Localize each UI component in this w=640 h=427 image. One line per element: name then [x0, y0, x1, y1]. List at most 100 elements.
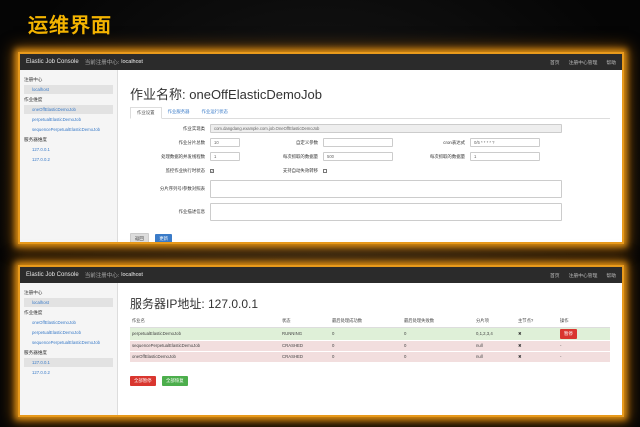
- form-row-3: 监控作业执行时状态 ✓ 支持自动失效转移: [130, 165, 610, 176]
- table-row: sequencePerpetualElasticDemoJob CRASHED …: [130, 340, 610, 352]
- concurrent-label: 处理数据的并发线程数: [161, 153, 205, 159]
- row-fail: 0: [402, 340, 474, 352]
- monitor-label: 监控作业执行时状态: [165, 167, 205, 173]
- col-action: 操作: [558, 316, 610, 328]
- nav-home-link[interactable]: 首页: [550, 59, 560, 66]
- impl-class-label: 作业实现类: [183, 125, 205, 131]
- console-brand[interactable]: Elastic Job Console: [26, 272, 79, 278]
- nav-registry-link[interactable]: 注册中心管理: [569, 59, 598, 66]
- sidebar-item-localhost[interactable]: localhost: [24, 298, 113, 307]
- row-leader-icon: ✖: [516, 327, 558, 341]
- description-label: 作业描述信息: [178, 209, 205, 214]
- resume-all-button[interactable]: 全部恢复: [162, 375, 188, 386]
- table-header-row: 作业名 状态 最后处理成功数 最后处理失败数 分片项 主节点? 操作: [130, 316, 610, 328]
- slide: 运维界面 Elastic Job Console 当前注册中心: localho…: [0, 0, 640, 427]
- col-sharding: 分片项: [474, 316, 516, 328]
- pause-button[interactable]: 暂停: [560, 328, 577, 339]
- page-title-prefix: 作业名称:: [130, 87, 186, 102]
- back-button[interactable]: 返回: [130, 233, 149, 242]
- custom-param-input[interactable]: [323, 138, 393, 147]
- table-actions: 全部暂停 全部恢复: [130, 369, 610, 387]
- sidebar-item-server[interactable]: 127.0.0.1: [24, 358, 113, 367]
- sidebar-item-job[interactable]: perpetualElasticDemoJob: [24, 115, 113, 124]
- sidebar-item-localhost[interactable]: localhost: [24, 85, 113, 94]
- sidebar-item-server[interactable]: 127.0.0.1: [24, 145, 113, 154]
- sidebar-jobs-heading: 作业维度: [24, 97, 43, 102]
- per-fetch-input[interactable]: 500: [323, 152, 393, 161]
- tab-settings[interactable]: 作业设置: [130, 107, 162, 119]
- sidebar-item-job[interactable]: sequencePerpetualElasticDemoJob: [24, 338, 113, 347]
- row-action: 暂停: [558, 327, 610, 341]
- job-settings-screenshot: Elastic Job Console 当前注册中心: localhost 首页…: [18, 52, 624, 244]
- failover-label: 支持自动失效转移: [282, 167, 318, 173]
- row-fail: 0: [402, 351, 474, 363]
- sidebar-item-job[interactable]: oneOffElasticDemoJob: [24, 318, 113, 327]
- sidebar-jobs-heading: 作业维度: [24, 310, 43, 315]
- fetch-size-input[interactable]: 1: [470, 152, 540, 161]
- form-row-2: 处理数据的并发线程数 1 每次抓取的数据量 500 每次抓取的数据量 1: [130, 151, 610, 162]
- registry-label: 当前注册中心:: [84, 60, 120, 66]
- per-fetch-label: 每次抓取的数据量: [282, 153, 318, 159]
- col-leader: 主节点?: [516, 316, 558, 328]
- row-sharding: 0,1,2,3,4: [474, 327, 516, 341]
- sharding-total-label: 作业分片总数: [178, 139, 205, 145]
- concurrent-input[interactable]: 1: [210, 152, 240, 161]
- sidebar-item-job[interactable]: oneOffElasticDemoJob: [24, 105, 113, 114]
- row-success: 0: [330, 340, 402, 352]
- form-row-sharding-params: 分片序列号/参数对照表: [130, 179, 610, 199]
- sharding-params-textarea[interactable]: [210, 180, 562, 198]
- pause-all-button[interactable]: 全部暂停: [130, 375, 156, 386]
- table-row: oneOffElasticDemoJob CRASHED 0 0 null ✖ …: [130, 351, 610, 363]
- row-action: -: [558, 351, 610, 363]
- row-status: RUNNING: [280, 327, 330, 341]
- failover-checkbox[interactable]: [323, 168, 327, 173]
- impl-class-field: com.dangdang.example.com.job.OneOffElast…: [210, 124, 562, 133]
- nav-home-link[interactable]: 首页: [550, 272, 560, 279]
- row-action: -: [558, 340, 610, 352]
- nav-help-link[interactable]: 帮助: [606, 272, 616, 279]
- table-row: perpetualElasticDemoJob RUNNING 0 0 0,1,…: [130, 327, 610, 341]
- nav-help-link[interactable]: 帮助: [606, 59, 616, 66]
- form-row-description: 作业描述信息: [130, 202, 610, 222]
- col-job: 作业名: [130, 316, 280, 328]
- row-job: sequencePerpetualElasticDemoJob: [130, 340, 280, 352]
- cron-input[interactable]: 0/5 * * * * ?: [470, 138, 540, 147]
- row-job: perpetualElasticDemoJob: [130, 327, 280, 341]
- row-fail: 0: [402, 327, 474, 341]
- top-navbar: Elastic Job Console 当前注册中心: localhost 首页…: [20, 54, 622, 70]
- tab-status[interactable]: 作业运行状态: [196, 107, 234, 118]
- sidebar-registry-heading: 注册中心: [24, 77, 43, 82]
- sidebar-item-server[interactable]: 127.0.0.2: [24, 155, 113, 164]
- row-leader-icon: ✖: [516, 351, 558, 363]
- sidebar-item-job[interactable]: sequencePerpetualElasticDemoJob: [24, 125, 113, 134]
- sidebar-servers-heading: 服务器维度: [24, 350, 47, 355]
- row-success: 0: [330, 351, 402, 363]
- sidebar: 注册中心 localhost 作业维度 oneOffElasticDemoJob…: [20, 70, 118, 242]
- job-main-panel: 作业名称: oneOffElasticDemoJob 作业设置 作业服务器 作业…: [118, 70, 622, 242]
- server-main-panel: 服务器IP地址: 127.0.0.1 作业名 状态 最后处理成功数 最后处理失败…: [118, 283, 622, 415]
- nav-links: 首页 注册中心管理 帮助: [550, 59, 616, 66]
- tab-servers[interactable]: 作业服务器: [162, 107, 196, 118]
- server-jobs-table: 作业名 状态 最后处理成功数 最后处理失败数 分片项 主节点? 操作 perpe…: [130, 316, 610, 363]
- page-title: 作业名称: oneOffElasticDemoJob: [130, 84, 610, 103]
- row-success: 0: [330, 327, 402, 341]
- col-success: 最后处理成功数: [330, 316, 402, 328]
- console-brand[interactable]: Elastic Job Console: [26, 59, 79, 65]
- fetch-size-label: 每次抓取的数据量: [429, 153, 465, 159]
- sharding-total-input[interactable]: 10: [210, 138, 240, 147]
- top-navbar: Elastic Job Console 当前注册中心: localhost 首页…: [20, 267, 622, 283]
- page-title-job: oneOffElasticDemoJob: [189, 87, 322, 102]
- nav-registry-link[interactable]: 注册中心管理: [569, 272, 598, 279]
- custom-param-label: 自定义参数: [296, 139, 318, 145]
- sidebar-item-job[interactable]: perpetualElasticDemoJob: [24, 328, 113, 337]
- col-fail: 最后处理失败数: [402, 316, 474, 328]
- server-screenshot: Elastic Job Console 当前注册中心: localhost 首页…: [18, 265, 624, 417]
- sharding-params-label: 分片序列号/参数对照表: [159, 186, 205, 191]
- job-tabs: 作业设置 作业服务器 作业运行状态: [130, 107, 610, 119]
- description-textarea[interactable]: [210, 203, 562, 221]
- update-button[interactable]: 更新: [155, 234, 173, 242]
- cron-label: cron表达式: [443, 139, 465, 145]
- slide-title: 运维界面: [28, 13, 112, 37]
- row-status: CRASHED: [280, 351, 330, 363]
- sidebar-item-server[interactable]: 127.0.0.2: [24, 368, 113, 377]
